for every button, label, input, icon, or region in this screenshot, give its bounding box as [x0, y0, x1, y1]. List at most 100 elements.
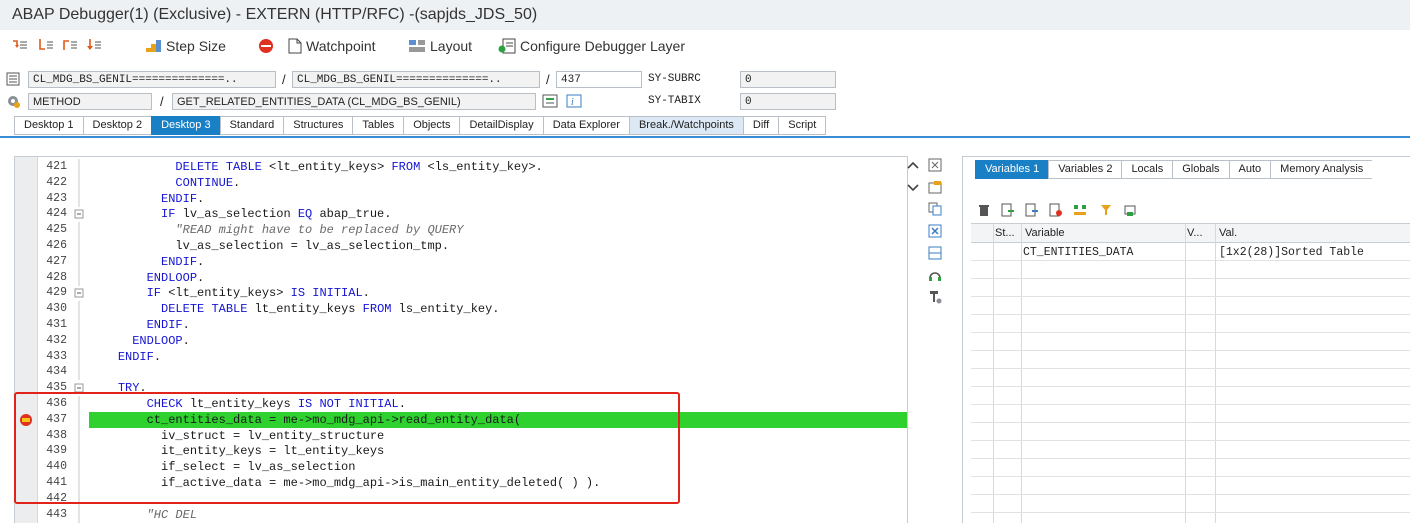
code-line[interactable]: 434	[15, 364, 907, 381]
export-icon[interactable]	[1025, 203, 1039, 217]
tab-globals[interactable]: Globals	[1172, 160, 1229, 179]
configure-debugger-layer-button[interactable]: Configure Debugger Layer	[498, 38, 685, 54]
column-header-value-type[interactable]: V...	[1187, 227, 1203, 239]
tab-structures[interactable]: Structures	[283, 116, 353, 135]
code-line[interactable]: 426 lv_as_selection = lv_as_selection_tm…	[15, 238, 907, 254]
trash-icon[interactable]	[977, 203, 991, 217]
column-header-status[interactable]: St...	[995, 227, 1015, 239]
sort-icon[interactable]	[1073, 203, 1089, 217]
configure-label: Configure Debugger Layer	[520, 38, 685, 54]
step-size-button[interactable]: Step Size	[144, 38, 226, 54]
navigate-source-icon[interactable]	[542, 94, 558, 108]
code-line[interactable]: 443 "HC DEL	[15, 506, 907, 523]
maximize-icon[interactable]	[928, 158, 942, 172]
tab-diff[interactable]: Diff	[742, 116, 779, 135]
table-row[interactable]	[971, 422, 1410, 423]
table-row[interactable]	[971, 314, 1410, 315]
code-line[interactable]: 425 "READ might have to be replaced by Q…	[15, 222, 907, 239]
debug-settings-icon[interactable]	[928, 290, 942, 304]
execute-button[interactable]	[38, 38, 54, 52]
sy-tabix-value: 0	[740, 93, 836, 110]
stop-button[interactable]	[258, 38, 274, 54]
code-line[interactable]: 424 IF lv_as_selection EQ abap_true.	[15, 206, 907, 222]
fold-toggle-icon[interactable]	[73, 285, 85, 301]
delete-row-icon[interactable]	[1049, 203, 1063, 217]
code-line[interactable]: 423 ENDIF.	[15, 190, 907, 207]
line-number: 429	[46, 286, 67, 300]
tab-tables[interactable]: Tables	[352, 116, 404, 135]
table-row[interactable]	[971, 368, 1410, 369]
layout-select-icon[interactable]	[1123, 203, 1137, 217]
column-header-variable[interactable]: Variable	[1025, 227, 1065, 239]
program-field[interactable]: CL_MDG_BS_GENIL==============..	[28, 71, 276, 88]
watchpoint-label: Watchpoint	[306, 38, 376, 54]
table-row[interactable]	[971, 458, 1410, 459]
scroll-up-icon[interactable]	[906, 160, 920, 170]
table-row[interactable]	[971, 260, 1410, 261]
tab-locals[interactable]: Locals	[1121, 160, 1173, 179]
code-line[interactable]: 421 DELETE TABLE <lt_entity_keys> FROM <…	[15, 159, 907, 175]
table-row[interactable]	[971, 278, 1410, 279]
step-size-icon	[146, 40, 161, 52]
continue-button[interactable]	[86, 38, 102, 52]
continue-icon	[87, 39, 101, 50]
close-tool-icon[interactable]	[928, 224, 942, 238]
include-field[interactable]: CL_MDG_BS_GENIL==============..	[292, 71, 540, 88]
code-text: IF lv_as_selection EQ abap_true.	[161, 207, 392, 222]
table-row[interactable]	[971, 440, 1410, 441]
filter-icon[interactable]	[1099, 203, 1113, 217]
tab-standard[interactable]: Standard	[219, 116, 284, 135]
code-line[interactable]: 427 ENDIF.	[15, 253, 907, 270]
tab-data-explorer[interactable]: Data Explorer	[542, 116, 629, 135]
tab-auto[interactable]: Auto	[1228, 160, 1271, 179]
table-row[interactable]	[971, 332, 1410, 333]
table-row[interactable]	[971, 350, 1410, 351]
split-icon[interactable]	[928, 246, 942, 260]
tab-desktop-1[interactable]: Desktop 1	[14, 116, 83, 135]
tab-detaildisplay[interactable]: DetailDisplay	[459, 116, 543, 135]
single-step-button[interactable]	[12, 38, 28, 52]
table-row[interactable]	[971, 494, 1410, 495]
code-line[interactable]: 422 CONTINUE.	[15, 174, 907, 191]
step-size-label: Step Size	[166, 38, 226, 54]
code-text: DELETE TABLE <lt_entity_keys> FROM <ls_e…	[175, 160, 543, 174]
table-row[interactable]	[971, 512, 1410, 513]
code-line[interactable]: 431 ENDIF.	[15, 317, 907, 333]
scroll-down-icon[interactable]	[906, 182, 920, 192]
fold-toggle-icon[interactable]	[73, 206, 85, 222]
tab-break-watchpoints[interactable]: Break./Watchpoints	[628, 116, 743, 135]
code-line[interactable]: 430 DELETE TABLE lt_entity_keys FROM ls_…	[15, 301, 907, 318]
import-icon[interactable]	[1001, 203, 1015, 217]
table-row[interactable]	[971, 404, 1410, 405]
code-line[interactable]: 429 IF <lt_entity_keys> IS INITIAL.	[15, 285, 907, 301]
copy-icon[interactable]	[928, 202, 942, 216]
return-icon	[63, 40, 77, 50]
tab-desktop-3[interactable]: Desktop 3	[151, 116, 220, 135]
tab-desktop-2[interactable]: Desktop 2	[82, 116, 152, 135]
code-text: ENDLOOP.	[146, 270, 205, 285]
code-line[interactable]: 432 ENDLOOP.	[15, 332, 907, 349]
code-line[interactable]: 433 ENDIF.	[15, 348, 907, 365]
tab-variables-2[interactable]: Variables 2	[1048, 160, 1122, 179]
tab-script[interactable]: Script	[778, 116, 827, 135]
tab-variables-1[interactable]: Variables 1	[975, 160, 1049, 179]
info-icon[interactable]: i	[566, 94, 582, 108]
configure-layer-icon	[498, 38, 516, 54]
folder-icon[interactable]	[928, 180, 942, 194]
table-row[interactable]	[971, 386, 1410, 387]
watchpoint-button[interactable]: Watchpoint	[288, 38, 376, 54]
variable-name-cell[interactable]: CT_ENTITIES_DATA	[1023, 246, 1133, 259]
tab-memory-analysis[interactable]: Memory Analysis	[1270, 160, 1373, 179]
variable-value-cell[interactable]: [1x2(28)]Sorted Table	[1219, 246, 1364, 259]
table-row[interactable]	[971, 296, 1410, 297]
line-number: 434	[46, 365, 67, 379]
headset-icon[interactable]	[928, 268, 942, 282]
code-line[interactable]: 428 ENDLOOP.	[15, 269, 907, 286]
line-number-field[interactable]: 437	[556, 71, 642, 88]
tab-objects[interactable]: Objects	[403, 116, 460, 135]
variables-tabs: Variables 1 Variables 2 Locals Globals Auto M…	[975, 160, 1373, 179]
column-header-value[interactable]: Val.	[1219, 227, 1237, 239]
layout-button[interactable]: Layout	[408, 38, 472, 54]
table-row[interactable]	[971, 476, 1410, 477]
return-button[interactable]	[62, 38, 78, 52]
